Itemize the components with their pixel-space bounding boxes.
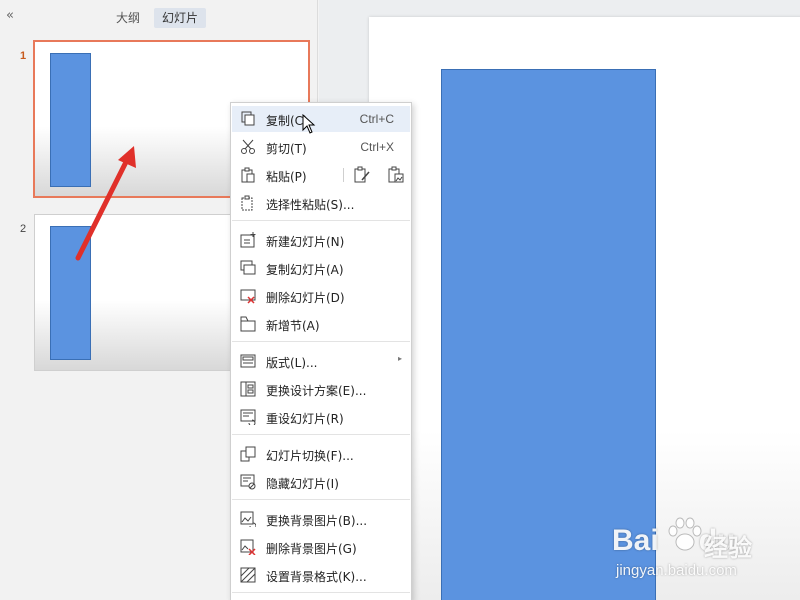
baidu-jingyan-watermark: Bai du 经验 jingyan.baidu.com xyxy=(612,510,792,590)
menu-item-label: 粘贴(P) xyxy=(266,170,307,184)
menu-item-copy[interactable]: 复制(C) Ctrl+C xyxy=(232,106,410,132)
menu-item-label: 重设幻灯片(R) xyxy=(266,412,344,426)
thumbnail-shape xyxy=(50,53,91,187)
view-tabs: 大纲 幻灯片 xyxy=(108,8,207,28)
slide-number-1: 1 xyxy=(20,50,27,62)
menu-item-label: 选择性粘贴(S)... xyxy=(266,198,355,212)
menu-item-change-background[interactable]: 更换背景图片(B)... xyxy=(232,506,410,532)
menu-item-label: 幻灯片切换(F)... xyxy=(266,449,354,463)
menu-separator xyxy=(232,341,410,342)
watermark-cn: 经验 xyxy=(704,534,752,562)
thumbnail-shape xyxy=(50,226,91,360)
reset-slide-icon xyxy=(240,409,256,425)
paste-keep-format-icon[interactable] xyxy=(353,166,371,184)
menu-item-delete-slide[interactable]: 删除幻灯片(D) xyxy=(232,283,410,309)
tab-slides[interactable]: 幻灯片 xyxy=(154,8,207,28)
change-bg-icon xyxy=(240,511,256,527)
paste-options-divider xyxy=(343,168,344,182)
menu-item-shortcut: Ctrl+C xyxy=(359,112,394,126)
menu-item-duplicate-slide[interactable]: 复制幻灯片(A) xyxy=(232,255,410,281)
design-icon xyxy=(240,381,256,397)
copy-icon xyxy=(240,111,256,127)
slide-number-2: 2 xyxy=(20,223,27,235)
menu-item-add-section[interactable]: 新增节(A) xyxy=(232,311,410,337)
watermark-url: jingyan.baidu.com xyxy=(616,562,737,579)
paste-icon xyxy=(240,167,256,183)
transition-icon xyxy=(240,446,256,462)
layout-icon xyxy=(240,353,256,369)
menu-item-new-slide[interactable]: 新建幻灯片(N) xyxy=(232,227,410,253)
menu-item-slide-transition[interactable]: 幻灯片切换(F)... xyxy=(232,441,410,467)
mouse-cursor-icon xyxy=(302,114,316,134)
add-section-icon xyxy=(240,316,256,332)
menu-item-paste[interactable]: 粘贴(P) xyxy=(232,162,410,188)
menu-item-label: 删除背景图片(G) xyxy=(266,542,357,556)
cut-icon xyxy=(240,139,256,155)
menu-item-shortcut: Ctrl+X xyxy=(360,140,394,154)
menu-item-format-background[interactable]: 设置背景格式(K)... xyxy=(232,562,410,588)
hide-slide-icon xyxy=(240,474,256,490)
delete-bg-icon xyxy=(240,539,256,555)
duplicate-slide-icon xyxy=(240,260,256,276)
baidu-paw-icon xyxy=(668,517,702,551)
tab-outline[interactable]: 大纲 xyxy=(108,8,148,28)
menu-separator xyxy=(232,220,410,221)
submenu-arrow-icon: ▸ xyxy=(397,354,402,363)
context-menu: 复制(C) Ctrl+C 剪切(T) Ctrl+X 粘贴(P) 选择性粘贴(S)… xyxy=(230,102,412,600)
delete-slide-icon xyxy=(240,288,256,304)
menu-item-label: 复制幻灯片(A) xyxy=(266,263,344,277)
menu-item-label: 版式(L)... xyxy=(266,356,318,370)
paste-as-picture-icon[interactable] xyxy=(387,166,405,184)
menu-item-label: 更换设计方案(E)... xyxy=(266,384,367,398)
bg-format-icon xyxy=(240,567,256,583)
menu-item-label: 隐藏幻灯片(I) xyxy=(266,477,339,491)
menu-item-change-design[interactable]: 更换设计方案(E)... xyxy=(232,376,410,402)
menu-item-label: 更换背景图片(B)... xyxy=(266,514,368,528)
menu-separator xyxy=(232,499,410,500)
menu-item-delete-background[interactable]: 删除背景图片(G) xyxy=(232,534,410,560)
menu-item-label: 删除幻灯片(D) xyxy=(266,291,345,305)
menu-item-paste-special[interactable]: 选择性粘贴(S)... xyxy=(232,190,410,216)
menu-item-hide-slide[interactable]: 隐藏幻灯片(I) xyxy=(232,469,410,495)
menu-item-cut[interactable]: 剪切(T) Ctrl+X xyxy=(232,134,410,160)
menu-item-reset-slide[interactable]: 重设幻灯片(R) xyxy=(232,404,410,430)
menu-item-layout[interactable]: 版式(L)... ▸ xyxy=(232,348,410,374)
new-slide-icon xyxy=(240,232,256,248)
collapse-panel-icon[interactable]: « xyxy=(6,9,20,23)
menu-item-label: 新建幻灯片(N) xyxy=(266,235,345,249)
menu-item-label: 设置背景格式(K)... xyxy=(266,570,367,584)
menu-separator xyxy=(232,434,410,435)
menu-item-label: 剪切(T) xyxy=(266,142,307,156)
menu-item-label: 新增节(A) xyxy=(266,319,320,333)
paste-special-icon xyxy=(240,195,256,211)
menu-separator xyxy=(232,592,410,593)
